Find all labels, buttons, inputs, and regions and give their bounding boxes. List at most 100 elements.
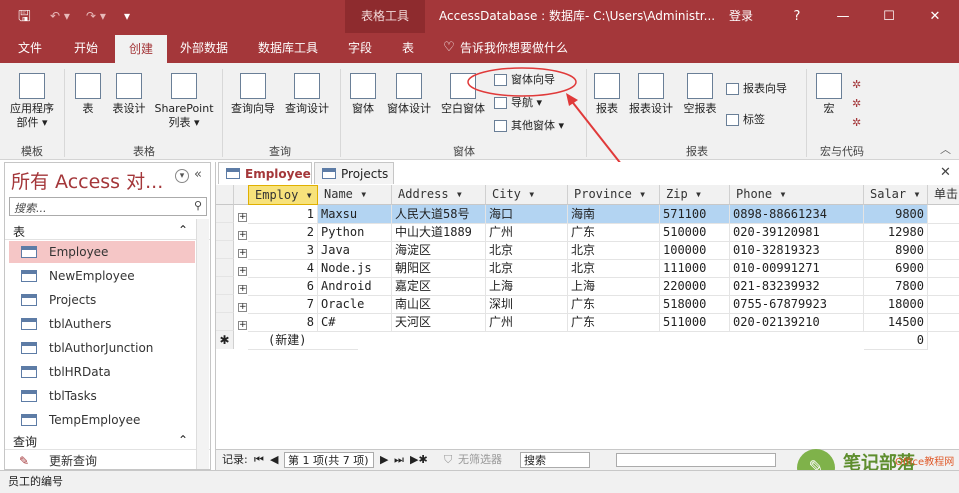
table-cell[interactable]: 571100 [660,205,730,224]
tab-external-data[interactable]: 外部数据 [172,33,236,63]
table-cell[interactable]: 518000 [660,295,730,314]
col-header-add-new[interactable]: 单击 [928,185,959,205]
tell-me-search[interactable]: 告诉我你想要做什么 [460,33,570,63]
table-cell[interactable]: 511000 [660,313,730,332]
blank-report-button[interactable]: 空报表 [680,73,720,116]
table-cell[interactable]: Python [318,223,392,242]
section-collapse-icon[interactable]: ⌃ [178,433,188,447]
table-cell[interactable]: 12980 [864,223,928,242]
table-cell[interactable]: 天河区 [392,313,486,332]
table-cell[interactable]: C# [318,313,392,332]
customize-qat-icon[interactable]: ▾ [124,0,130,33]
col-header-zip[interactable]: Zip ▾ [660,185,730,205]
table-cell[interactable] [928,313,959,332]
row-selector[interactable] [216,313,234,331]
last-record-icon[interactable]: ⏭ [394,450,404,470]
section-collapse-icon[interactable]: ⌃ [178,223,188,237]
nav-item-tblauthers[interactable]: tblAuthers [9,313,195,335]
new-row-label[interactable]: (新建) [248,331,358,350]
filter-icon[interactable]: ⛉ [444,450,452,470]
col-header-employ[interactable]: Employ ▾ [248,185,318,205]
table-cell[interactable]: 8 [248,313,318,332]
table-cell[interactable]: 1 [248,205,318,224]
table-cell[interactable]: 220000 [660,277,730,296]
form-design-button[interactable]: 窗体设计 [384,73,434,116]
table-cell[interactable]: Maxsu [318,205,392,224]
table-cell[interactable]: 上海 [568,277,660,296]
expand-subdatasheet-icon[interactable]: + [238,262,247,276]
expand-subdatasheet-icon[interactable]: + [238,280,247,294]
table-cell[interactable] [928,277,959,296]
table-cell[interactable]: 2 [248,223,318,242]
new-record-icon[interactable]: ▶✱ [410,450,428,470]
restore-button[interactable]: ☐ [866,0,912,33]
doc-tab-employee[interactable]: Employee [218,162,312,184]
table-cell[interactable]: 中山大道1889 [392,223,486,242]
row-selector[interactable] [216,205,234,223]
table-cell[interactable]: 7 [248,295,318,314]
table-cell[interactable]: Android [318,277,392,296]
minimize-button[interactable]: — [820,0,866,33]
table-cell[interactable]: 海口 [486,205,568,224]
table-cell[interactable]: Oracle [318,295,392,314]
table-cell[interactable]: 广东 [568,295,660,314]
nav-section-tables[interactable]: 表 ⌃ [5,221,210,240]
redo-icon[interactable]: ↷ ▾ [86,0,106,33]
table-cell[interactable]: 6 [248,277,318,296]
shutter-bar-icon[interactable]: « [194,167,202,182]
nav-scrollbar[interactable] [196,219,209,469]
nav-item-tblauthorjunction[interactable]: tblAuthorJunction [9,337,195,359]
module-icon[interactable]: ✲ [852,94,861,113]
first-record-icon[interactable]: ⏮ [254,450,264,470]
table-cell[interactable]: 南山区 [392,295,486,314]
table-cell[interactable]: 北京 [568,259,660,278]
report-button[interactable]: 报表 [592,73,622,116]
login-link[interactable]: 登录 [729,0,753,33]
table-cell[interactable]: 510000 [660,223,730,242]
table-button[interactable]: 表 [72,73,104,116]
table-cell[interactable]: 7800 [864,277,928,296]
table-cell[interactable] [928,295,959,314]
table-cell[interactable]: 6900 [864,259,928,278]
macro-button[interactable]: 宏 [814,73,844,116]
table-cell[interactable]: 广东 [568,313,660,332]
table-cell[interactable]: 北京 [568,241,660,260]
record-search-input[interactable]: 搜索 [520,452,590,468]
tab-fields[interactable]: 字段 [340,33,380,63]
table-cell[interactable]: 嘉定区 [392,277,486,296]
table-cell[interactable]: 021-83239932 [730,277,864,296]
nav-dropdown-icon[interactable]: ▾ [175,169,189,183]
col-header-name[interactable]: Name ▾ [318,185,392,205]
expand-subdatasheet-icon[interactable]: + [238,298,247,312]
table-cell[interactable]: 北京 [486,241,568,260]
table-cell[interactable] [928,205,959,224]
row-selector[interactable] [216,295,234,313]
expand-subdatasheet-icon[interactable]: + [238,208,247,222]
new-record-selector[interactable]: ✱ [216,331,234,349]
close-document-icon[interactable]: ✕ [940,165,951,180]
col-header-address[interactable]: Address ▾ [392,185,486,205]
table-cell[interactable]: 18000 [864,295,928,314]
table-cell[interactable]: 上海 [486,277,568,296]
report-wizard-button[interactable]: 报表向导 [726,81,787,97]
table-cell[interactable]: 广州 [486,313,568,332]
table-cell[interactable] [928,259,959,278]
doc-tab-projects[interactable]: Projects [314,162,394,184]
table-cell[interactable]: 111000 [660,259,730,278]
table-cell[interactable]: 14500 [864,313,928,332]
blank-form-button[interactable]: 空白窗体 [438,73,488,116]
nav-item-projects[interactable]: Projects [9,289,195,311]
undo-icon[interactable]: ↶ ▾ [50,0,70,33]
table-cell[interactable]: 深圳 [486,295,568,314]
save-icon[interactable]: 🖫 [18,0,31,33]
tab-home[interactable]: 开始 [62,33,110,63]
next-record-icon[interactable]: ▶ [380,450,388,470]
more-forms-button[interactable]: 其他窗体 ▾ [494,118,564,134]
table-cell[interactable]: 010-32819323 [730,241,864,260]
prev-record-icon[interactable]: ◀ [270,450,278,470]
table-cell[interactable]: 人民大道58号 [392,205,486,224]
select-all-corner[interactable] [216,185,234,205]
expand-subdatasheet-icon[interactable]: + [238,226,247,240]
tab-table[interactable]: 表 [392,33,424,63]
table-cell[interactable]: 0755-67879923 [730,295,864,314]
